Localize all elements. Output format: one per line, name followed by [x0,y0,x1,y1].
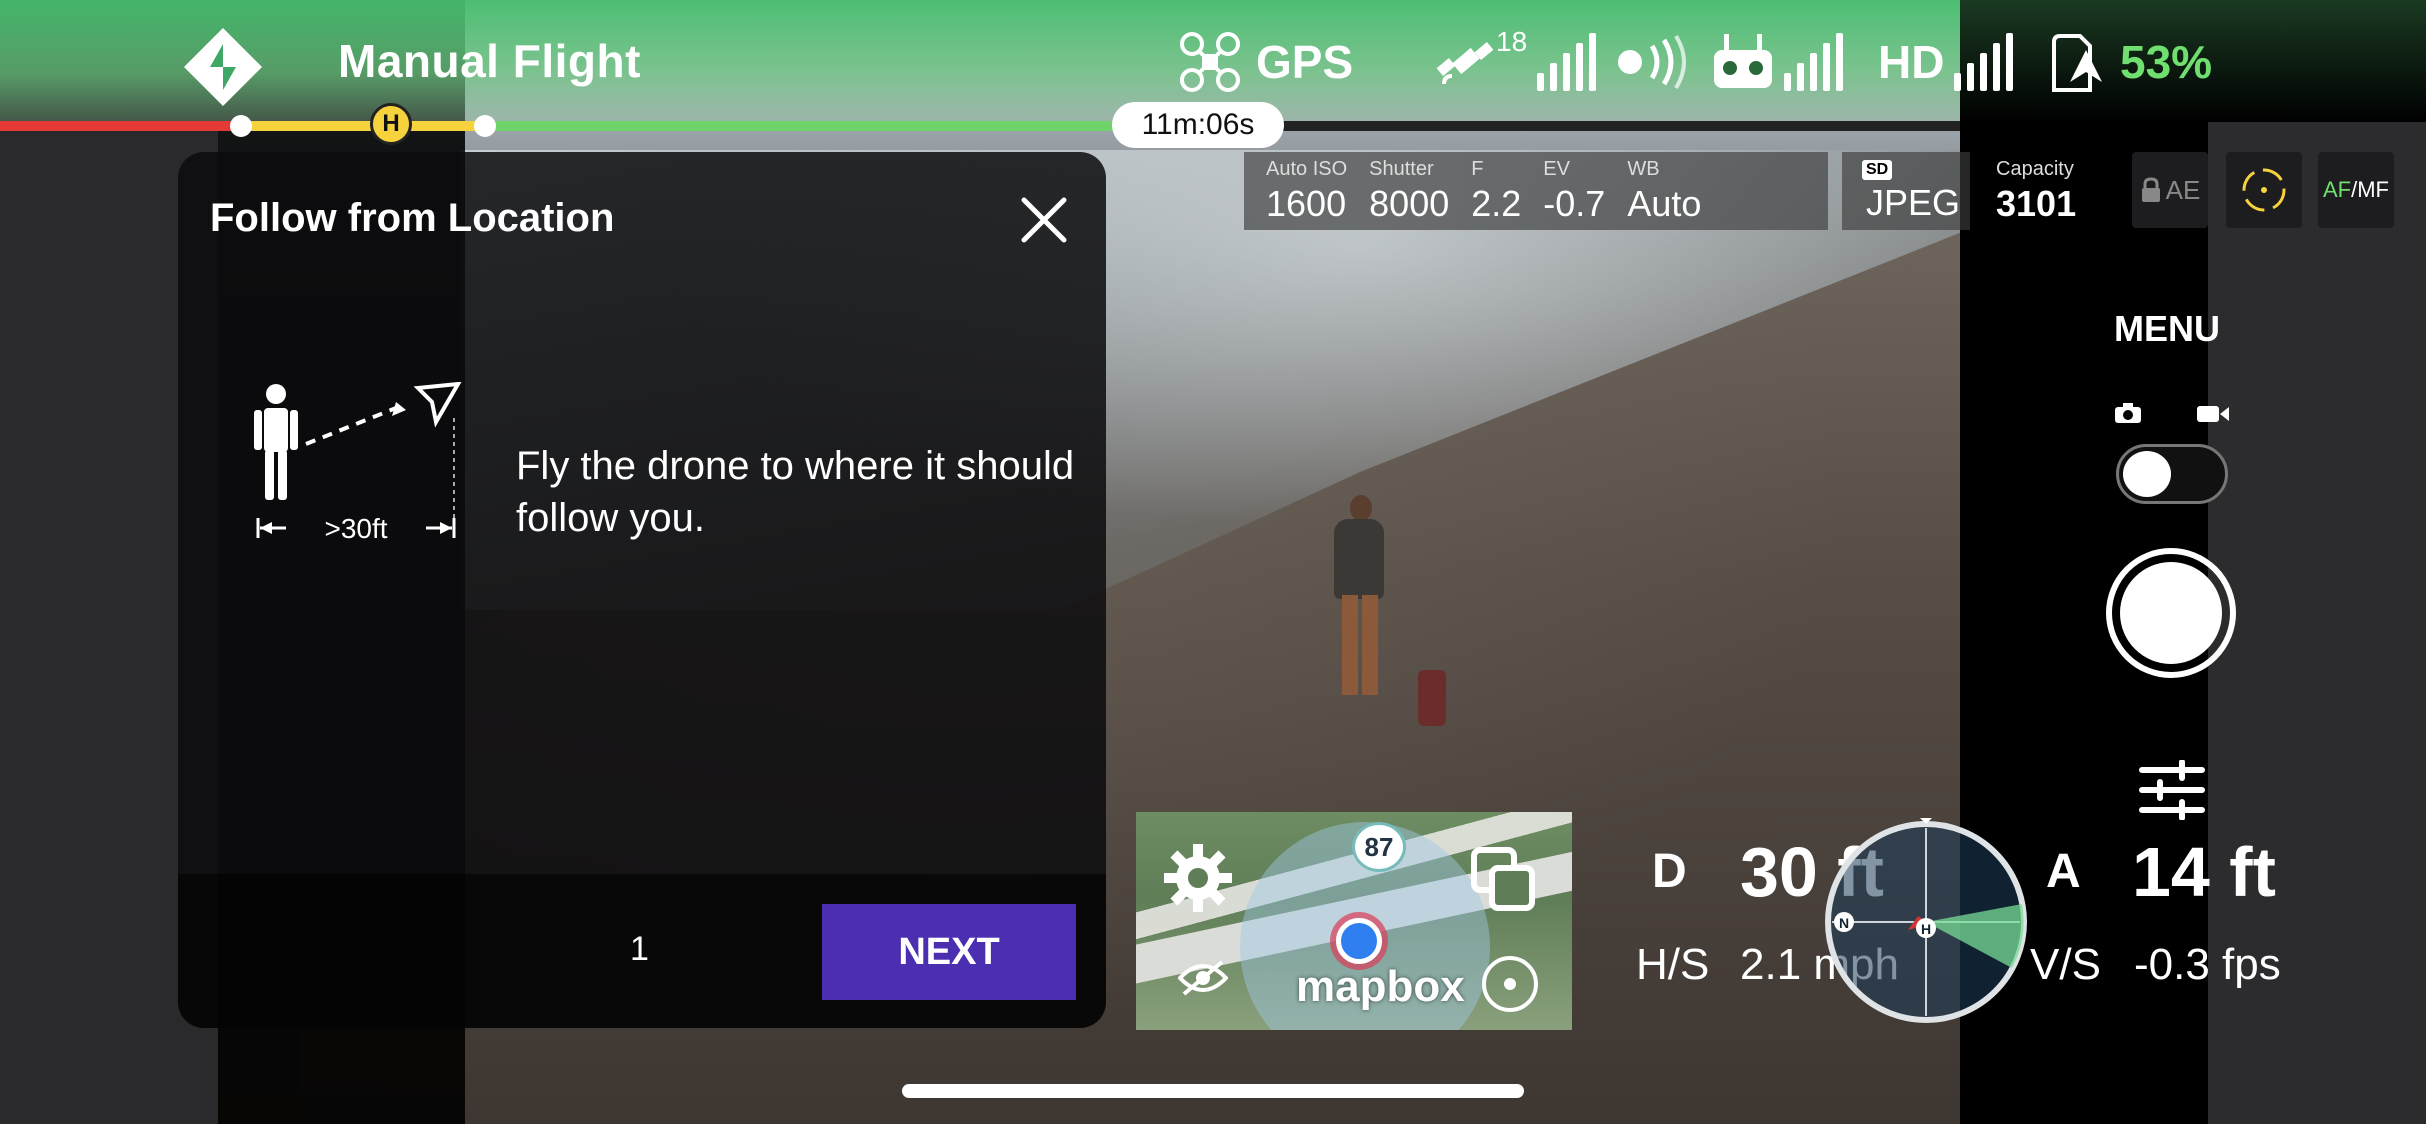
battery-percent: 53% [2120,36,2213,88]
satellite-signal-bars [1537,33,1597,91]
video-link-status[interactable]: HD [1878,30,2014,94]
wb-setting[interactable]: WB Auto [1605,152,1701,230]
vertical-speed-label: V/S [2030,940,2101,989]
follow-distance-illustration: >30ft [254,382,462,544]
photo-format-value: JPEG [1866,182,1961,223]
home-marker-icon: H [370,103,412,145]
satellite-status[interactable]: 18 [1436,26,1597,94]
drone-location-marker [1336,918,1382,964]
vertical-speed-value: -0.3 fps [2134,940,2281,989]
aperture-setting[interactable]: F 2.2 [1449,152,1521,230]
video-signal-bars [1954,33,2014,91]
ae-lock-button[interactable]: AE [2132,152,2208,228]
flight-time-remaining: 11m:06s [1112,102,1284,148]
svg-text:N: N [1839,915,1849,931]
shutter-setting[interactable]: Shutter 8000 [1347,152,1449,230]
map-badge: 87 [1352,822,1406,872]
drone-icon [1180,32,1240,92]
follow-from-location-dialog: Follow from Location >30ft Fly the drone… [178,152,1106,1028]
focus-target-icon [2242,168,2286,212]
storage-capacity: Capacity 3101 [1996,158,2077,224]
home-indicator-bar[interactable] [902,1084,1524,1098]
map-expand-icon[interactable] [1470,846,1536,912]
timeline-marker-current [474,115,496,137]
horizontal-speed-label: H/S [1636,940,1710,989]
compass-radar[interactable]: N H [1822,818,2030,1026]
wifi-status[interactable] [1610,30,1690,94]
sd-card-icon: SD [1862,160,1893,180]
dialog-instruction: Fly the drone to where it should follow … [516,444,1075,540]
step-indicator: 1 [630,930,649,968]
svg-text:H: H [1921,921,1931,937]
distance-hint: >30ft [324,513,387,544]
close-icon[interactable] [1016,192,1072,248]
recenter-map-icon[interactable] [1480,954,1540,1014]
dialog-title: Follow from Location [210,196,615,240]
broadcast-icon [1618,34,1686,90]
battery-timeline: H [0,103,1960,145]
pilot-figure [1328,495,1388,705]
satellite-count: 18 [1496,26,1528,57]
timeline-marker-start [230,115,252,137]
focus-target-button[interactable] [2226,152,2302,228]
photo-mode-icon[interactable] [2114,402,2142,424]
menu-button[interactable]: MENU [2114,308,2220,350]
distance-label: D [1652,845,1687,898]
altitude-value: 14 ft [2132,833,2276,911]
controller-status[interactable] [1712,30,1843,94]
camera-settings-bar[interactable]: Auto ISO 1600 Shutter 8000 F 2.2 EV -0.7… [1244,152,1828,230]
controller-signal-bars [1784,33,1843,91]
backpack [1418,670,1446,726]
battery-status[interactable]: 53% [2050,30,2212,94]
controller-icon [1714,34,1772,88]
ev-setting[interactable]: EV -0.7 [1521,152,1605,230]
photo-format-setting[interactable]: SD JPEG [1842,152,1970,230]
iso-setting[interactable]: Auto ISO 1600 [1244,152,1347,230]
shutter-button[interactable] [2106,548,2236,678]
battery-drone-icon [2052,34,2102,92]
mini-map[interactable]: 87 mapbox [1136,812,1572,1030]
next-button[interactable]: NEXT [822,904,1076,1000]
video-mode-icon[interactable] [2196,404,2230,424]
sliders-settings-icon[interactable] [2138,760,2206,820]
altitude-label: A [2046,845,2081,898]
satellite-icon [1436,42,1494,85]
lock-icon [2141,177,2160,202]
map-settings-gear-icon[interactable] [1162,842,1234,914]
video-quality-label: HD [1878,36,1945,88]
app-logo-icon[interactable] [182,26,264,108]
gps-status[interactable]: GPS [1178,30,1353,94]
gps-label: GPS [1256,36,1354,88]
flight-mode-title[interactable]: Manual Flight [338,34,641,88]
hide-map-eye-icon[interactable] [1178,958,1228,998]
photo-video-toggle[interactable] [2116,444,2228,504]
af-mf-toggle-button[interactable]: AF/MF [2318,152,2394,228]
mapbox-attribution: mapbox [1296,962,1465,1011]
